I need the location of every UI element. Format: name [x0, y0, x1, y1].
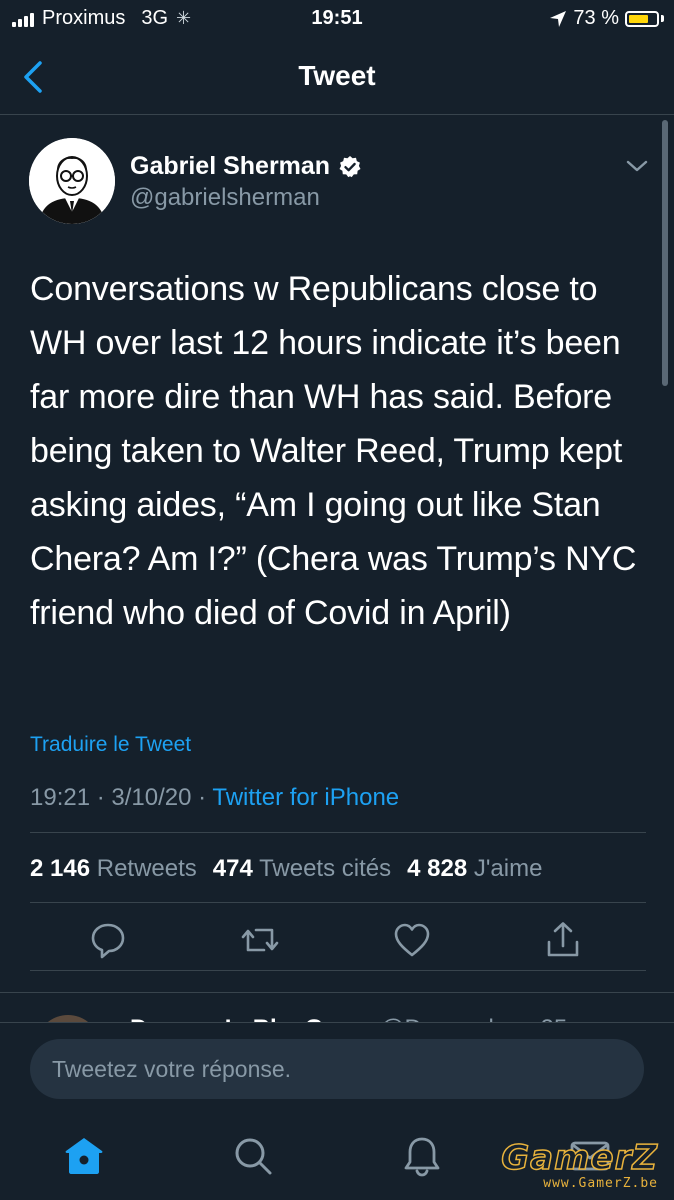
- author-handle[interactable]: @gabrielsherman: [130, 184, 320, 212]
- reply-bar: [0, 1022, 674, 1113]
- chevron-down-icon[interactable]: [624, 156, 650, 176]
- quotes-stat[interactable]: 474 Tweets cités: [213, 855, 391, 883]
- retweets-count: 2 146: [30, 855, 91, 882]
- like-heart-icon[interactable]: [392, 920, 432, 960]
- quotes-label: Tweets cités: [259, 855, 392, 882]
- search-icon[interactable]: [231, 1134, 275, 1178]
- meta-separator: ·: [96, 784, 112, 811]
- verified-badge-icon: [339, 155, 361, 177]
- divider: [30, 970, 646, 971]
- notifications-bell-icon[interactable]: [400, 1134, 444, 1178]
- battery-icon: [625, 10, 659, 27]
- watermark-brand: GamerZ: [500, 1138, 658, 1178]
- author-name: Gabriel Sherman: [130, 152, 331, 180]
- retweet-icon[interactable]: [240, 920, 280, 960]
- reply-input[interactable]: [30, 1039, 644, 1099]
- share-icon[interactable]: [543, 920, 583, 960]
- meta-separator: ·: [198, 784, 213, 811]
- likes-stat[interactable]: 4 828 J'aime: [407, 855, 542, 883]
- battery-tip: [661, 15, 664, 22]
- watermark: GamerZ www.GamerZ.be: [500, 1138, 658, 1191]
- quotes-count: 474: [212, 855, 253, 882]
- page-title: Tweet: [298, 60, 376, 91]
- tweet-source-link[interactable]: Twitter for iPhone: [212, 784, 399, 811]
- home-icon[interactable]: [62, 1134, 106, 1178]
- likes-label: J'aime: [473, 855, 543, 882]
- author-avatar[interactable]: [29, 138, 115, 224]
- watermark-url: www.GamerZ.be: [543, 1176, 658, 1191]
- status-bar: Proximus 3G ✳ 19:51 73 %: [0, 0, 674, 36]
- retweets-stat[interactable]: 2 146 Retweets: [30, 855, 197, 883]
- reply-icon[interactable]: [88, 920, 128, 960]
- likes-count: 4 828: [407, 855, 468, 882]
- author-name-row[interactable]: Gabriel Sherman: [130, 152, 362, 181]
- divider: [30, 832, 646, 833]
- status-right: 73 %: [549, 7, 664, 30]
- tweet-meta: 19:21 · 3/10/20 · Twitter for iPhone: [30, 784, 399, 812]
- battery-percent: 73 %: [573, 7, 619, 29]
- tweet-time: 19:21: [30, 784, 91, 811]
- tweet-stats: 2 146 Retweets 474 Tweets cités 4 828 J'…: [30, 855, 548, 883]
- tweet-detail-screen: Proximus 3G ✳ 19:51 73 % Tweet Gabriel S…: [0, 0, 674, 1200]
- tweet-text: Conversations w Republicans close to WH …: [30, 270, 637, 632]
- translate-tweet-link[interactable]: Traduire le Tweet: [30, 733, 191, 757]
- location-arrow-icon: [550, 10, 567, 27]
- tweet-actions: [0, 920, 674, 960]
- tweet-date: 3/10/20: [111, 784, 192, 811]
- retweets-label: Retweets: [96, 855, 197, 882]
- divider: [30, 902, 646, 903]
- nav-bar: Tweet: [0, 44, 674, 115]
- reply-preview[interactable]: Dreams In BlueGreen@Dreamsl 25 m: [0, 992, 674, 1023]
- scrollbar[interactable]: [662, 120, 668, 386]
- avatar-illustration: [29, 138, 115, 224]
